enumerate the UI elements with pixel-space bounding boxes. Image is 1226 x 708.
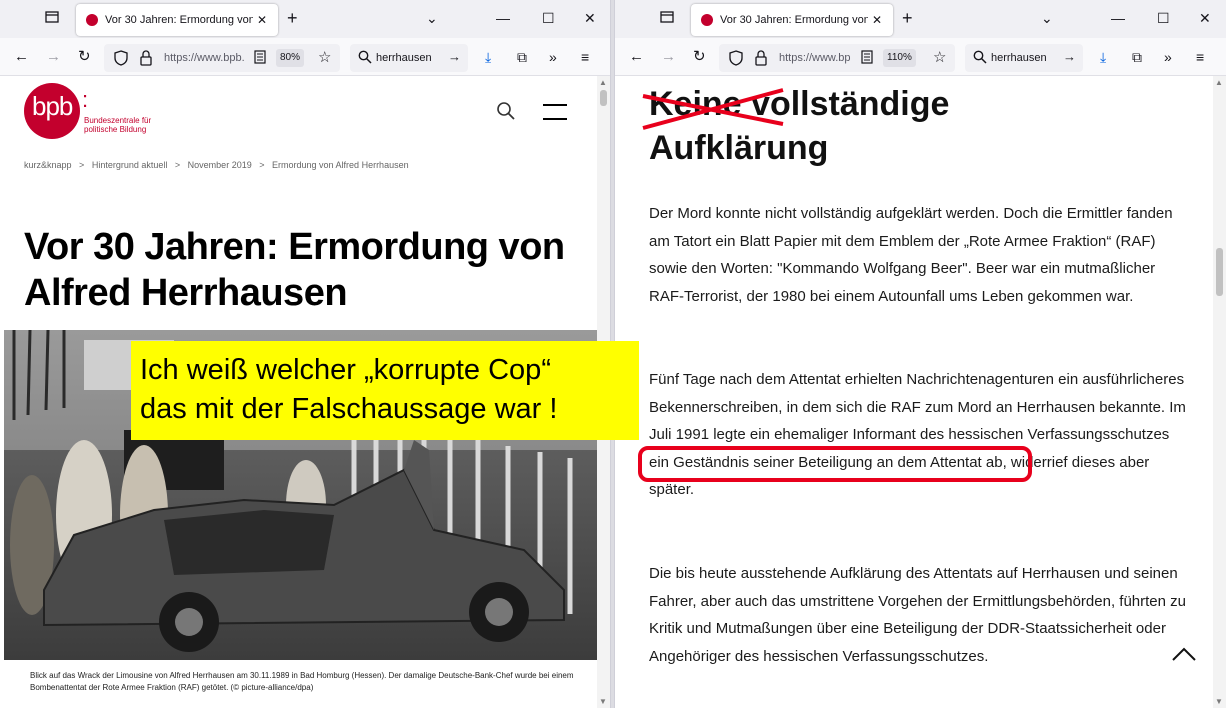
breadcrumb-separator: > (174, 160, 181, 170)
close-icon[interactable]: ✕ (257, 12, 267, 28)
url-text[interactable]: https://www.bpb.de (164, 50, 244, 66)
search-icon (973, 50, 987, 64)
star-icon[interactable]: ☆ (318, 48, 331, 68)
strikethrough-annotation (642, 88, 784, 130)
tab-list-icon[interactable] (44, 9, 64, 29)
tab-title: Vor 30 Jahren: Ermordung von Alfred Herr… (720, 14, 868, 26)
url-bar[interactable]: https://www.bpb.de 80% ☆ (104, 44, 340, 72)
plus-icon[interactable]: + (902, 6, 913, 30)
scroll-down-arrow[interactable]: ▼ (599, 697, 607, 706)
scroll-up-arrow[interactable]: ▲ (1215, 78, 1223, 87)
breadcrumb-separator: > (79, 160, 85, 170)
reload-icon[interactable]: ↻ (693, 47, 706, 67)
breadcrumb: kurz&knapp > Hintergrund aktuell > Novem… (24, 160, 414, 170)
annotation-text: Ich weiß welcher „korrupte Cop“ das mit … (140, 351, 557, 429)
search-icon[interactable] (496, 101, 516, 121)
overflow-icon[interactable]: » (549, 48, 557, 66)
reader-view-icon[interactable] (861, 50, 873, 64)
search-input[interactable]: herrhausen (991, 50, 1061, 66)
zoom-level[interactable]: 80% (276, 49, 305, 67)
download-icon[interactable]: ⤓ (485, 48, 491, 66)
lock-icon[interactable] (755, 50, 767, 66)
logo-subtitle: Bundeszentrale für politische Bildung (84, 116, 152, 134)
minimize-icon[interactable]: — (496, 7, 510, 29)
nav-toolbar: ← → ↻ https://www.bpb.de 80% ☆ herrhause… (0, 38, 610, 76)
scroll-up-arrow[interactable]: ▲ (599, 78, 607, 87)
search-bar[interactable]: herrhausen → (965, 44, 1083, 72)
forward-arrow-icon[interactable]: → (46, 47, 61, 67)
star-icon[interactable]: ☆ (933, 48, 946, 68)
scroll-thumb[interactable] (600, 90, 607, 106)
search-input[interactable]: herrhausen (376, 50, 446, 66)
paragraph: Fünf Tage nach dem Attentat erhielten Na… (649, 371, 1186, 498)
search-icon (358, 50, 372, 64)
maximize-icon[interactable]: ☐ (1157, 7, 1170, 29)
paragraph: Der Mord konnte nicht vollständig aufgek… (649, 205, 1173, 305)
back-arrow-icon[interactable]: ← (14, 47, 29, 67)
breadcrumb-item[interactable]: November 2019 (188, 160, 252, 170)
close-window-icon[interactable]: ✕ (584, 7, 596, 29)
search-bar[interactable]: herrhausen → (350, 44, 468, 72)
chevron-up-icon[interactable] (1171, 646, 1197, 662)
bpb-logo[interactable]: bpb (24, 83, 80, 139)
tab-list-icon[interactable] (659, 9, 679, 29)
forward-arrow-icon[interactable]: → (661, 47, 676, 67)
paragraph: Die bis heute ausstehende Aufklärung des… (649, 565, 1186, 665)
scrollbar[interactable]: ▲ ▼ (1213, 76, 1226, 708)
menu-icon[interactable]: ≡ (1196, 48, 1204, 66)
close-window-icon[interactable]: ✕ (1199, 7, 1211, 29)
close-icon[interactable]: ✕ (872, 12, 882, 28)
scroll-thumb[interactable] (1216, 248, 1223, 296)
back-arrow-icon[interactable]: ← (629, 47, 644, 67)
arrow-right-icon[interactable]: → (448, 49, 461, 64)
menu-icon[interactable]: ≡ (581, 48, 589, 66)
breadcrumb-item[interactable]: kurz&knapp (24, 160, 72, 170)
extensions-icon[interactable]: ⧉ (517, 48, 527, 66)
overflow-icon[interactable]: » (1164, 48, 1172, 66)
favicon-icon (701, 14, 713, 26)
maximize-icon[interactable]: ☐ (542, 7, 555, 29)
tab-title: Vor 30 Jahren: Ermordung von Alfred Herr… (105, 14, 253, 26)
hamburger-icon[interactable] (543, 104, 567, 120)
download-icon[interactable]: ⤓ (1100, 48, 1106, 66)
shield-icon[interactable] (114, 50, 128, 66)
extensions-icon[interactable]: ⧉ (1132, 48, 1142, 66)
highlight-annotation (638, 446, 1032, 482)
browser-window-right: Vor 30 Jahren: Ermordung von Alfred Herr… (614, 0, 1226, 708)
url-text[interactable]: https://www.bpb.de (779, 50, 851, 66)
page-title: Vor 30 Jahren: Ermordung von Alfred Herr… (24, 226, 565, 314)
minimize-icon[interactable]: — (1111, 7, 1125, 29)
logo-text: bpb (32, 91, 73, 121)
nav-toolbar: ← → ↻ https://www.bpb.de 110% ☆ herrhaus… (615, 38, 1226, 76)
annotation-line1: Ich weiß welcher „korrupte Cop“ (140, 354, 551, 386)
chevron-down-icon[interactable]: ⌄ (1041, 7, 1053, 29)
photo-caption: Blick auf das Wrack der Limousine von Al… (30, 671, 574, 692)
annotation-line2: das mit der Falschaussage war ! (140, 393, 558, 425)
breadcrumb-item[interactable]: Ermordung von Alfred Herrhausen (272, 160, 409, 170)
reload-icon[interactable]: ↻ (78, 47, 91, 67)
tab-bar: Vor 30 Jahren: Ermordung von Alfred Herr… (615, 0, 1226, 38)
plus-icon[interactable]: + (287, 6, 298, 30)
favicon-icon (86, 14, 98, 26)
breadcrumb-item[interactable]: Hintergrund aktuell (92, 160, 168, 170)
annotation-textbox: Ich weiß welcher „korrupte Cop“ das mit … (131, 341, 639, 440)
arrow-right-icon[interactable]: → (1063, 49, 1076, 64)
breadcrumb-separator: > (259, 160, 265, 170)
browser-tab[interactable]: Vor 30 Jahren: Ermordung von Alfred Herr… (691, 4, 893, 36)
page-content: Keine vollständige Aufklärung Der Mord k… (615, 76, 1226, 708)
chevron-down-icon[interactable]: ⌄ (426, 7, 438, 29)
scroll-down-arrow[interactable]: ▼ (1215, 697, 1223, 706)
url-bar[interactable]: https://www.bpb.de 110% ☆ (719, 44, 955, 72)
zoom-level[interactable]: 110% (883, 49, 916, 67)
logo-colon: : (82, 87, 89, 112)
browser-tab[interactable]: Vor 30 Jahren: Ermordung von Alfred Herr… (76, 4, 278, 36)
lock-icon[interactable] (140, 50, 152, 66)
reader-view-icon[interactable] (254, 50, 266, 64)
shield-icon[interactable] (729, 50, 743, 66)
tab-bar: Vor 30 Jahren: Ermordung von Alfred Herr… (0, 0, 610, 38)
